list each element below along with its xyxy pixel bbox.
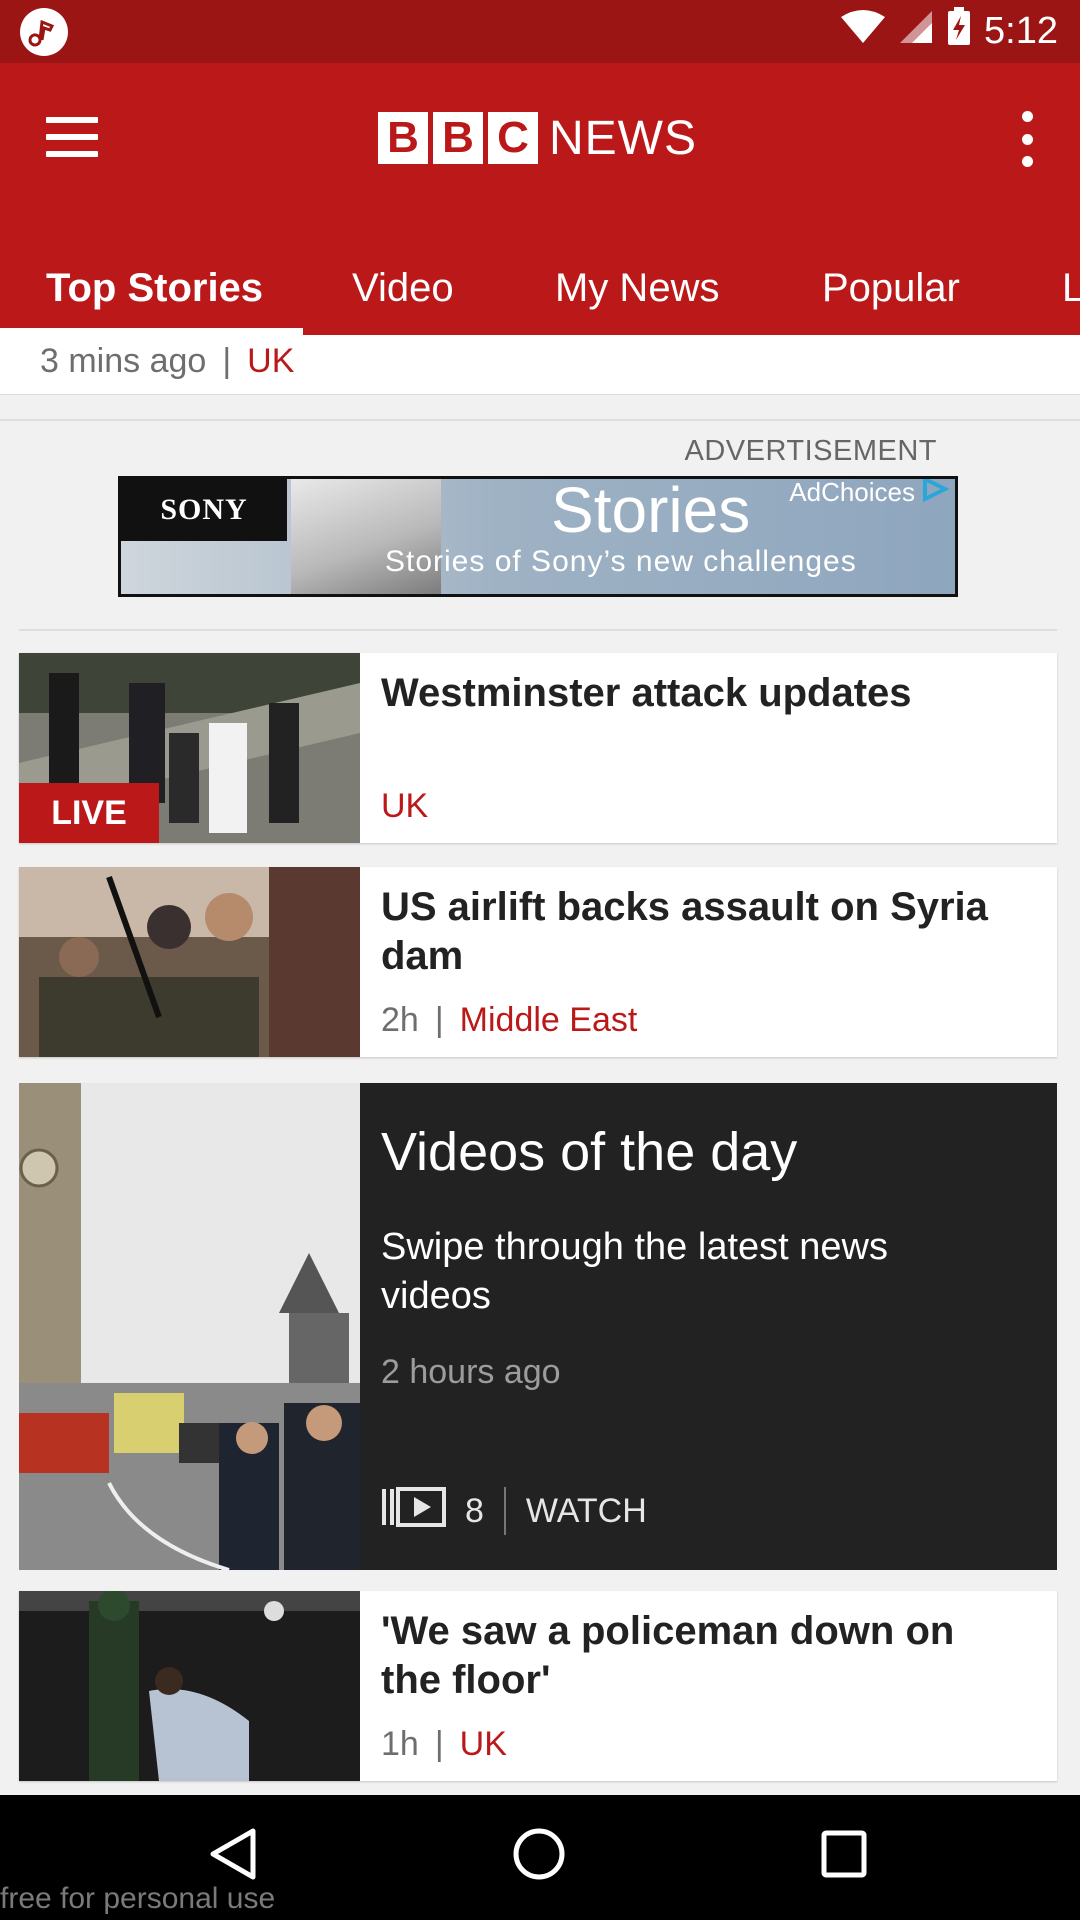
story-card[interactable]: US airlift backs assault on Syria dam 2h… xyxy=(19,867,1057,1057)
recents-icon[interactable] xyxy=(820,1827,868,1886)
tab-my-news[interactable]: My News xyxy=(555,241,719,335)
cell-signal-icon xyxy=(898,9,934,55)
story-card[interactable]: LIVE Westminster attack updates UK xyxy=(19,653,1057,843)
previous-story-card[interactable]: 3 mins ago | UK xyxy=(0,335,1080,395)
wifi-icon xyxy=(840,9,886,55)
story-meta: UK xyxy=(381,787,428,826)
divider xyxy=(19,629,1057,631)
story-category-link[interactable]: UK xyxy=(381,787,428,825)
video-promo-description: Swipe through the latest news videos xyxy=(381,1226,888,1317)
adchoices-link[interactable]: AdChoices xyxy=(789,477,950,510)
watermark-text: free for personal use xyxy=(0,1882,276,1915)
story-meta: 3 mins ago | UK xyxy=(40,342,294,381)
status-bar: 5:12 xyxy=(0,0,1080,63)
meta-separator: | xyxy=(434,1001,444,1039)
story-thumbnail xyxy=(19,1591,360,1781)
story-time: 1h xyxy=(381,1725,419,1763)
live-badge: LIVE xyxy=(19,783,159,843)
tab-live[interactable]: L xyxy=(1062,241,1080,335)
story-thumbnail: LIVE xyxy=(19,653,360,843)
story-time: 3 mins ago xyxy=(40,342,207,380)
video-promo-footer: 8 WATCH xyxy=(381,1481,647,1541)
story-headline: 'We saw a policeman down on the floor' xyxy=(381,1609,955,1702)
logo-letter: B xyxy=(433,112,483,164)
clock-time: 5:12 xyxy=(984,10,1058,52)
music-app-icon xyxy=(20,8,68,56)
video-promo-title: Videos of the day xyxy=(381,1122,798,1182)
watch-button[interactable]: WATCH xyxy=(526,1492,647,1531)
story-feed[interactable]: 3 mins ago | UK ADVERTISEMENT SONY Stories… xyxy=(0,335,1080,1795)
ad-brand: SONY xyxy=(121,479,287,541)
logo-letter: C xyxy=(488,112,538,164)
bbc-news-logo: B B C NEWS xyxy=(378,111,697,165)
logo-letter: B xyxy=(378,112,428,164)
app-bar: B B C NEWS Top Stories Video My News Pop… xyxy=(0,63,1080,335)
system-navigation-bar: free for personal use xyxy=(0,1795,1080,1920)
selected-tab-indicator xyxy=(0,328,303,335)
story-meta: 1h | UK xyxy=(381,1725,507,1764)
advertisement-label: ADVERTISEMENT xyxy=(684,435,937,467)
footer-divider xyxy=(503,1487,506,1535)
story-time: 2h xyxy=(381,1001,419,1039)
videos-of-the-day-card[interactable]: Videos of the day Swipe through the late… xyxy=(19,1083,1057,1570)
meta-separator: | xyxy=(434,1725,444,1763)
tab-popular[interactable]: Popular xyxy=(822,241,960,335)
ad-image xyxy=(291,479,441,594)
story-thumbnail xyxy=(19,867,360,1057)
story-headline: US airlift backs assault on Syria dam xyxy=(381,885,988,978)
divider xyxy=(0,419,1080,421)
story-category-link[interactable]: UK xyxy=(247,342,294,380)
ad-tagline: Stories of Sony’s new challenges xyxy=(385,545,857,578)
ad-headline: Stories xyxy=(551,476,751,546)
adchoices-label: AdChoices xyxy=(789,477,915,507)
menu-icon[interactable] xyxy=(46,117,98,157)
sony-ad-banner[interactable]: SONY Stories Stories of Sony’s new chall… xyxy=(118,476,958,597)
tab-top-stories[interactable]: Top Stories xyxy=(46,241,263,335)
adchoices-icon xyxy=(921,479,950,510)
story-category-link[interactable]: Middle East xyxy=(460,1001,638,1039)
meta-separator: | xyxy=(222,342,232,380)
tab-video[interactable]: Video xyxy=(352,241,454,335)
story-meta: 2h | Middle East xyxy=(381,1001,637,1040)
story-headline: Westminster attack updates xyxy=(381,671,912,715)
home-icon[interactable] xyxy=(512,1827,566,1886)
section-tabs: Top Stories Video My News Popular L xyxy=(0,241,1080,335)
back-icon[interactable] xyxy=(207,1827,259,1886)
video-thumbnail xyxy=(19,1083,360,1570)
more-options-icon[interactable] xyxy=(1020,111,1034,167)
video-promo-time: 2 hours ago xyxy=(381,1353,561,1391)
video-playlist-icon xyxy=(381,1485,447,1538)
battery-charging-icon xyxy=(946,6,972,57)
story-category-link[interactable]: UK xyxy=(460,1725,507,1763)
story-card[interactable]: 'We saw a policeman down on the floor' 1… xyxy=(19,1591,1057,1781)
video-count: 8 xyxy=(465,1491,484,1530)
logo-word: NEWS xyxy=(549,111,697,165)
